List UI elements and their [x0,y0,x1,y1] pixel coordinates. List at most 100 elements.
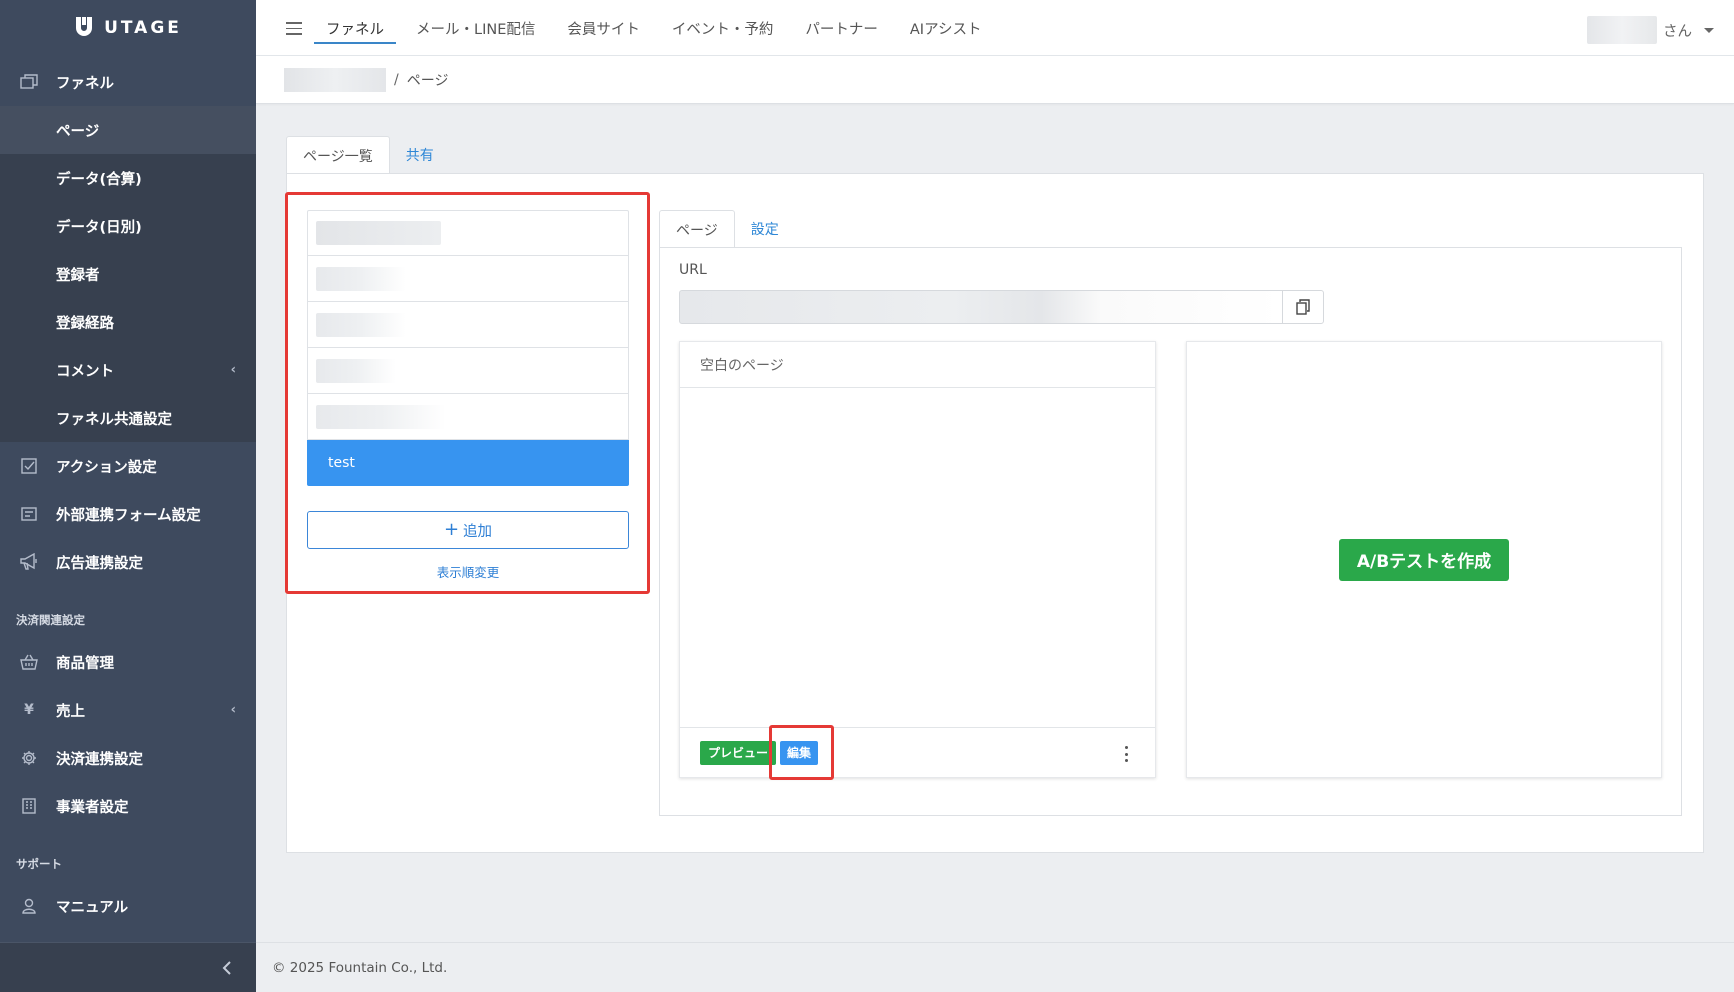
user-name-blurred [1587,16,1657,44]
logo-text: UTAGE [104,18,182,38]
add-label: 追加 [463,523,493,540]
tab-page-list[interactable]: ページ一覧 [286,136,390,174]
top-tab-member-site[interactable]: 会員サイト [567,0,640,56]
megaphone-icon [18,551,40,573]
list-item[interactable] [307,394,629,440]
sidebar-item-label: データ(日別) [56,219,142,236]
building-icon [18,795,40,817]
utage-logo-icon [74,17,94,39]
person-icon [18,895,40,917]
sidebar-item-label: コメント [56,363,114,380]
breadcrumb: / ページ [256,56,1734,104]
sidebar-item-label: ページ [56,123,100,140]
sidebar-footer [0,942,256,992]
sidebar-item-sales[interactable]: ¥ 売上 ‹ [0,686,256,734]
sidebar-item-label: ファネル [56,75,114,92]
sidebar-item-label: 外部連携フォーム設定 [56,507,201,524]
section-label-support: サポート [16,857,62,871]
top-tabs: ファネル メール・LINE配信 会員サイト イベント・予約 パートナー AIアシ… [314,0,1014,56]
tab-page[interactable]: ページ [659,210,735,248]
sidebar: UTAGE ファネル ページ データ(合算) データ(日別) 登録者 登録経路 … [0,0,256,992]
top-tab-mail-line[interactable]: メール・LINE配信 [416,0,535,56]
basket-icon [18,651,40,673]
sidebar-item-ad-integration[interactable]: 広告連携設定 [0,538,256,586]
windows-icon [18,71,40,93]
page-panel-footer: プレビュー 編集 [680,727,1155,777]
copy-url-button[interactable] [1282,290,1324,324]
page-preview-area [680,388,1155,728]
sidebar-item-business-settings[interactable]: 事業者設定 [0,782,256,830]
sidebar-item-data-total[interactable]: データ(合算) [0,154,256,202]
form-icon [18,503,40,525]
chevron-left-icon [222,961,231,975]
sidebar-item-page[interactable]: ページ [0,106,256,154]
add-page-button[interactable]: + 追加 [307,511,629,549]
sidebar-item-registration-route[interactable]: 登録経路 [0,298,256,346]
sidebar-item-label: データ(合算) [56,171,142,188]
sidebar-item-label: 広告連携設定 [56,555,143,572]
url-field[interactable] [679,290,1283,324]
caret-down-icon [1704,27,1714,33]
sidebar-item-data-daily[interactable]: データ(日別) [0,202,256,250]
list-item-selected[interactable]: test [307,440,629,486]
sidebar-item-label: アクション設定 [56,459,157,476]
create-ab-test-button[interactable]: A/Bテストを作成 [1338,538,1510,581]
checkbox-icon [18,455,40,477]
chevron-left-icon: ‹ [230,362,236,378]
page-list: test [307,210,629,486]
page-preview-panel: 空白のページ プレビュー 編集 [679,341,1156,778]
url-label: URL [679,262,707,278]
sidebar-item-label: 商品管理 [56,655,114,672]
plus-icon: + [443,519,460,540]
hamburger-menu-icon[interactable] [286,22,302,36]
highlight-box-edit-button [769,725,834,780]
yen-icon: ¥ [24,702,34,718]
copy-icon [1296,299,1310,315]
sidebar-item-products[interactable]: 商品管理 [0,638,256,686]
chevron-left-icon: ‹ [230,702,236,718]
copyright-text: © 2025 Fountain Co., Ltd. [272,959,448,976]
reorder-link[interactable]: 表示順変更 [307,562,629,581]
user-menu[interactable]: さん [1587,16,1714,44]
sidebar-item-label: 事業者設定 [56,799,129,816]
preview-button[interactable]: プレビュー [700,740,777,765]
tab-settings[interactable]: 設定 [735,210,795,248]
top-tab-event[interactable]: イベント・予約 [672,0,774,56]
logo[interactable]: UTAGE [0,0,256,56]
gear-icon [18,747,40,769]
top-tab-funnel[interactable]: ファネル [314,0,396,56]
tab-share[interactable]: 共有 [390,136,450,174]
ab-test-panel: A/Bテストを作成 [1186,341,1662,778]
sidebar-item-action-settings[interactable]: アクション設定 [0,442,256,490]
breadcrumb-funnel-link[interactable] [284,67,386,92]
collapse-sidebar-button[interactable] [214,955,240,981]
list-item[interactable] [307,302,629,348]
list-item[interactable] [307,348,629,394]
top-tab-ai-assist[interactable]: AIアシスト [910,0,982,56]
sidebar-item-label: マニュアル [56,899,129,916]
page-title: 空白のページ [680,342,1155,388]
sidebar-item-label: 決済連携設定 [56,751,143,768]
sidebar-item-label: 売上 [56,703,85,720]
detail-tabs: ページ 設定 [659,210,795,248]
section-label-payment: 決済関連設定 [16,613,85,627]
funnel-submenu: ページ データ(合算) データ(日別) 登録者 登録経路 コメント ‹ ファネル共… [0,106,256,442]
sidebar-item-manual[interactable]: マニュアル [0,882,256,930]
sidebar-item-funnel-common-settings[interactable]: ファネル共通設定 [0,394,256,442]
top-tab-partner[interactable]: パートナー [805,0,878,56]
list-item[interactable] [307,256,629,302]
sidebar-item-registrants[interactable]: 登録者 [0,250,256,298]
sidebar-item-payment-integration[interactable]: 決済連携設定 [0,734,256,782]
sidebar-item-external-form[interactable]: 外部連携フォーム設定 [0,490,256,538]
sidebar-item-funnel[interactable]: ファネル [0,58,256,106]
top-navbar: ファネル メール・LINE配信 会員サイト イベント・予約 パートナー AIアシ… [256,0,1734,56]
sidebar-item-label: 登録経路 [56,315,114,332]
outer-tabs: ページ一覧 共有 [286,136,450,174]
sidebar-item-label: 登録者 [56,267,100,284]
more-options-icon[interactable] [1123,746,1129,762]
sidebar-item-comments[interactable]: コメント ‹ [0,346,256,394]
breadcrumb-separator: / [394,71,399,88]
footer: © 2025 Fountain Co., Ltd. [256,942,1734,992]
list-item[interactable] [307,210,629,256]
user-suffix: さん [1663,23,1692,40]
